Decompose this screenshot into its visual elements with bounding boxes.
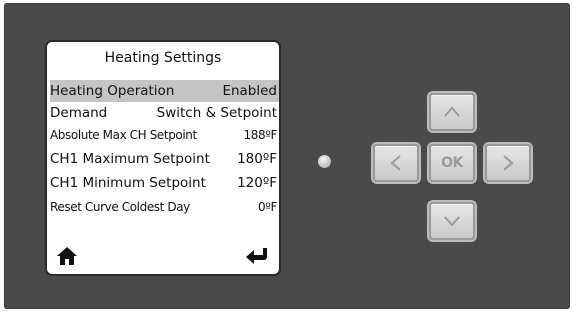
row-label: Absolute Max CH Setpoint: [50, 128, 197, 142]
lcd-screen: Heating Settings Heating Operation Enabl…: [45, 40, 281, 276]
chevron-up-icon: [444, 106, 460, 117]
row-label: Reset Curve Coldest Day: [50, 200, 190, 214]
menu-row-demand[interactable]: Demand Switch & Setpoint: [50, 102, 279, 124]
left-button[interactable]: [373, 144, 419, 182]
chevron-left-icon: [390, 155, 401, 171]
row-value: 188ºF: [243, 128, 278, 142]
up-button[interactable]: [429, 93, 475, 131]
row-value: 0ºF: [258, 200, 277, 214]
menu-row-reset-curve-coldest-day[interactable]: Reset Curve Coldest Day 0ºF: [50, 196, 279, 218]
screen-footer: [47, 244, 279, 268]
menu-row-ch1-maximum-setpoint[interactable]: CH1 Maximum Setpoint 180ºF: [50, 148, 279, 170]
home-icon[interactable]: [56, 246, 78, 266]
row-label: Heating Operation: [50, 83, 175, 99]
row-value: 120ºF: [237, 175, 277, 191]
menu-row-absolute-max-ch-setpoint[interactable]: Absolute Max CH Setpoint 188ºF: [50, 124, 279, 146]
menu-row-heating-operation[interactable]: Heating Operation Enabled: [50, 80, 279, 102]
ok-button[interactable]: OK: [429, 144, 475, 182]
down-button[interactable]: [429, 202, 475, 240]
return-icon[interactable]: [244, 246, 270, 266]
chevron-down-icon: [444, 216, 460, 227]
row-label: Demand: [50, 105, 108, 121]
right-button[interactable]: [485, 144, 531, 182]
menu-row-ch1-minimum-setpoint[interactable]: CH1 Minimum Setpoint 120ºF: [50, 172, 279, 194]
chevron-right-icon: [503, 155, 514, 171]
row-label: CH1 Maximum Setpoint: [50, 151, 210, 167]
control-panel: Heating Settings Heating Operation Enabl…: [4, 3, 570, 309]
screen-title: Heating Settings: [104, 50, 222, 66]
status-led: [318, 155, 331, 168]
row-label: CH1 Minimum Setpoint: [50, 175, 206, 191]
ok-label: OK: [441, 155, 463, 171]
row-value: Enabled: [222, 83, 277, 99]
row-value: Switch & Setpoint: [156, 105, 277, 121]
row-value: 180ºF: [237, 151, 277, 167]
